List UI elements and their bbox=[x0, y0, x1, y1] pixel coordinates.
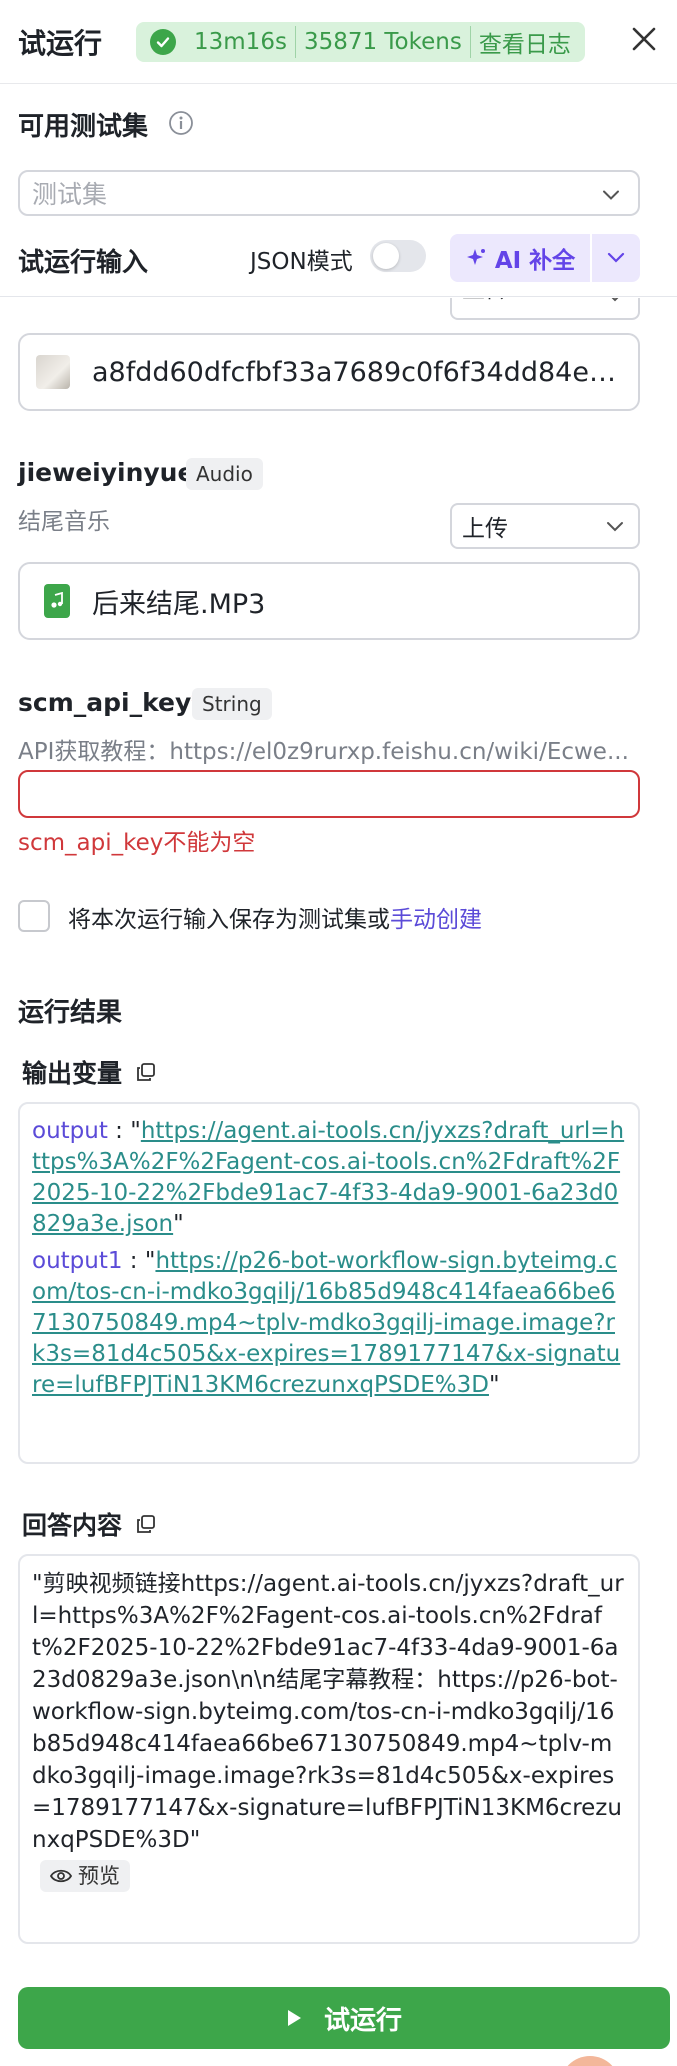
image-thumbnail bbox=[36, 355, 70, 389]
answer-header: 回答内容 bbox=[22, 1506, 156, 1542]
output-row: output : "https://agent.ai-tools.cn/jyxz… bbox=[32, 1118, 625, 1237]
save-testset-checkbox[interactable] bbox=[18, 900, 50, 932]
output-variables-title: 输出变量 bbox=[22, 1059, 123, 1088]
panel-header: 试运行 13m16s 35871 Tokens 查看日志 bbox=[0, 0, 677, 84]
audio-file-name: 后来结尾.MP3 bbox=[92, 588, 266, 620]
scm-api-key-input[interactable] bbox=[18, 770, 640, 818]
view-log-link[interactable]: 查看日志 bbox=[479, 25, 571, 59]
jieweiyinyue-name: jieweiyinyue bbox=[18, 458, 195, 487]
save-testset-label: 将本次运行输入保存为测试集或 bbox=[68, 907, 390, 933]
scm-api-key-error: scm_api_key不能为空 bbox=[18, 830, 256, 856]
save-testset-text: 将本次运行输入保存为测试集或手动创建 bbox=[68, 900, 482, 934]
answer-title: 回答内容 bbox=[22, 1511, 123, 1540]
jieweiyinyue-label: jieweiyinyue* bbox=[18, 458, 208, 487]
ai-complete-dropdown[interactable] bbox=[592, 234, 640, 282]
floating-avatar[interactable] bbox=[560, 2056, 620, 2066]
test-run-label: 试运行 bbox=[323, 2005, 402, 2036]
sparkle-icon bbox=[465, 247, 487, 269]
jieweiyinyue-desc: 结尾音乐 bbox=[18, 509, 110, 535]
copy-icon[interactable] bbox=[136, 1514, 156, 1534]
answer-box: "剪映视频链接https://agent.ai-tools.cn/jyxzs?d… bbox=[18, 1554, 640, 1944]
chevron-down-icon bbox=[607, 252, 625, 264]
success-check-icon bbox=[150, 28, 177, 55]
audio-upload-select[interactable]: 上传 bbox=[450, 503, 640, 549]
image-file-box[interactable]: a8fdd60dfcfbf33a7689c0f6f34dd84e 1.png bbox=[18, 333, 640, 411]
scm-api-key-label: scm_api_key* bbox=[18, 688, 204, 717]
testset-select[interactable]: 测试集 bbox=[18, 170, 640, 216]
json-mode-toggle[interactable] bbox=[370, 240, 426, 272]
close-icon[interactable] bbox=[623, 18, 665, 60]
manual-create-link[interactable]: 手动创建 bbox=[390, 907, 482, 933]
play-icon bbox=[286, 2009, 302, 2027]
type-tag-string: String bbox=[192, 688, 272, 720]
panel-title: 试运行 bbox=[18, 26, 103, 60]
copy-icon[interactable] bbox=[136, 1062, 156, 1082]
answer-content: "剪映视频链接https://agent.ai-tools.cn/jyxzs?d… bbox=[32, 1571, 624, 1853]
run-status-badge: 13m16s 35871 Tokens 查看日志 bbox=[136, 21, 585, 62]
test-run-button[interactable]: 试运行 bbox=[18, 1987, 670, 2049]
input-section-title: 试运行输入 bbox=[18, 248, 149, 278]
run-duration: 13m16s bbox=[194, 28, 287, 55]
type-tag-audio: Audio bbox=[186, 458, 263, 490]
audio-file-icon bbox=[44, 584, 70, 618]
output-variables-header: 输出变量 bbox=[22, 1054, 156, 1090]
output-variables-box: output : "https://agent.ai-tools.cn/jyxz… bbox=[18, 1102, 640, 1464]
badge-divider bbox=[469, 25, 471, 58]
badge-divider bbox=[294, 25, 296, 58]
chevron-down-icon bbox=[606, 513, 624, 539]
preview-label: 预览 bbox=[78, 1863, 120, 1888]
run-tokens: 35871 Tokens bbox=[303, 28, 462, 55]
scm-api-key-name: scm_api_key bbox=[18, 688, 192, 717]
chevron-down-icon bbox=[602, 179, 620, 208]
output-row: output1 : "https://p26-bot-workflow-sign… bbox=[32, 1248, 621, 1398]
testset-title: 可用测试集 bbox=[18, 112, 149, 142]
info-icon[interactable] bbox=[168, 110, 194, 140]
audio-upload-label: 上传 bbox=[462, 516, 508, 542]
output-key: output1 bbox=[32, 1248, 123, 1274]
eye-icon bbox=[50, 1868, 72, 1884]
testset-placeholder: 测试集 bbox=[32, 180, 108, 209]
scm-api-key-desc: API获取教程：https://el0z9rurxp.feishu.cn/wik… bbox=[18, 739, 629, 765]
audio-file-box[interactable]: 后来结尾.MP3 bbox=[18, 562, 640, 640]
ai-complete-label: AI 补全 bbox=[494, 248, 576, 274]
preview-button[interactable]: 预览 bbox=[40, 1860, 130, 1892]
toggle-knob bbox=[373, 243, 399, 269]
output-key: output bbox=[32, 1118, 108, 1144]
image-file-name: a8fdd60dfcfbf33a7689c0f6f34dd84e 1.png bbox=[92, 356, 622, 388]
json-mode-label: JSON模式 bbox=[250, 249, 353, 275]
results-title: 运行结果 bbox=[18, 998, 123, 1028]
section-divider bbox=[0, 296, 677, 297]
ai-complete-button[interactable]: AI 补全 bbox=[450, 234, 590, 282]
